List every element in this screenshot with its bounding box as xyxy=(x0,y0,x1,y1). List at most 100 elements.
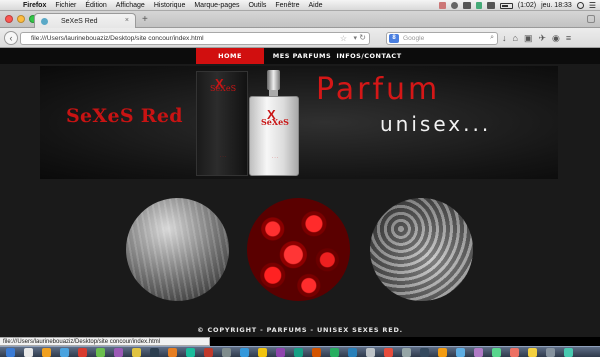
close-tab-icon[interactable]: × xyxy=(125,17,129,24)
dock-app-icon[interactable] xyxy=(276,348,285,357)
mac-dock xyxy=(0,346,600,357)
dock-app-icon[interactable] xyxy=(474,348,483,357)
dock-app-icon[interactable] xyxy=(186,348,195,357)
menu-marque-pages[interactable]: Marque-pages xyxy=(194,2,239,9)
nav-parfums-link[interactable]: MES PARFUMS xyxy=(272,48,332,64)
nav-home-link[interactable]: HOME xyxy=(196,48,264,64)
fullscreen-icon[interactable] xyxy=(587,15,595,23)
dock-app-icon[interactable] xyxy=(240,348,249,357)
tray-time-machine-icon[interactable] xyxy=(462,2,471,9)
bottle-cap xyxy=(267,70,280,90)
dock-app-icon[interactable] xyxy=(132,348,141,357)
url-dropdown-icon[interactable]: ▾ xyxy=(353,34,357,42)
tray-app-icon[interactable] xyxy=(438,2,446,9)
dock-app-icon[interactable] xyxy=(402,348,411,357)
menu-extras: (1:02) jeu. 18:33 ☰ xyxy=(438,0,596,11)
nav-infos-contact-link[interactable]: INFOS/CONTACT xyxy=(336,48,401,64)
dock-app-icon[interactable] xyxy=(510,348,519,357)
menu-fichier[interactable]: Fichier xyxy=(55,2,76,9)
site-footer: © COPYRIGHT - PARFUMS - UNISEX SEXES RED… xyxy=(197,326,403,334)
menu-affichage[interactable]: Affichage xyxy=(116,2,145,9)
bottle-label: SeXeS xyxy=(261,117,289,127)
dock-app-icon[interactable] xyxy=(528,348,537,357)
tab-strip: SeXeS Red × + xyxy=(0,11,600,28)
box-label: SeXeS xyxy=(209,84,237,93)
menu-aide[interactable]: Aide xyxy=(309,2,323,9)
clock[interactable]: jeu. 18:33 xyxy=(541,2,572,9)
search-placeholder: Google xyxy=(403,35,425,42)
brand-name: SeXeS Red xyxy=(66,105,183,127)
perfume-bottle-image: X SeXeS · · · xyxy=(249,96,299,176)
site-navigation: HOME MES PARFUMS INFOS/CONTACT xyxy=(0,48,600,64)
download-icon[interactable]: ↓ xyxy=(502,33,507,44)
dock-app-icon[interactable] xyxy=(564,348,573,357)
search-engine-icon[interactable]: 8 xyxy=(389,34,399,43)
favicon-icon xyxy=(41,17,48,25)
battery-icon[interactable] xyxy=(499,2,513,9)
new-tab-button[interactable]: + xyxy=(142,14,148,25)
wifi-icon[interactable] xyxy=(475,2,482,9)
perfume-box-image: X SeXeS · · · xyxy=(196,71,248,176)
navigation-toolbar: ‹ file:///Users/laurinebouaziz/Desktop/s… xyxy=(0,28,600,48)
web-page: HOME MES PARFUMS INFOS/CONTACT SeXeS Red… xyxy=(0,48,600,337)
dock-app-icon[interactable] xyxy=(348,348,357,357)
dock-app-icon[interactable] xyxy=(294,348,303,357)
notification-center-icon[interactable]: ☰ xyxy=(589,1,596,10)
dock-app-icon[interactable] xyxy=(222,348,231,357)
dock-app-icon[interactable] xyxy=(6,348,15,357)
search-icon[interactable]: ⌕ xyxy=(490,34,494,42)
menu-historique[interactable]: Historique xyxy=(154,2,186,9)
menu-app-firefox[interactable]: Firefox xyxy=(23,2,46,9)
dock-app-icon[interactable] xyxy=(24,348,33,357)
bottle-small-print: · · · xyxy=(271,155,279,160)
dock-app-icon[interactable] xyxy=(60,348,69,357)
menu-edition[interactable]: Édition xyxy=(85,2,106,9)
toolbar-icons: ↓ ⌂ ▣ ✈ ◉ ≡ xyxy=(502,33,571,44)
spotlight-icon[interactable] xyxy=(576,2,584,9)
dock-app-icon[interactable] xyxy=(384,348,393,357)
back-button[interactable]: ‹ xyxy=(4,31,18,45)
mac-menu-bar: Firefox Fichier Édition Affichage Histor… xyxy=(0,0,600,11)
url-text: file:///Users/laurinebouaziz/Desktop/sit… xyxy=(31,35,204,42)
hero-banner: SeXeS Red X SeXeS · · · X SeXeS · · · Pa… xyxy=(40,66,558,179)
reload-icon[interactable]: ↻ xyxy=(359,33,366,42)
tab-sexes-red[interactable]: SeXeS Red × xyxy=(34,13,136,28)
banner-title: Parfum xyxy=(316,72,441,107)
dock-app-icon[interactable] xyxy=(114,348,123,357)
close-window-button[interactable] xyxy=(5,15,13,23)
dock-app-icon[interactable] xyxy=(438,348,447,357)
minimize-window-button[interactable] xyxy=(17,15,25,23)
roses-circle-image[interactable] xyxy=(247,198,350,301)
dock-app-icon[interactable] xyxy=(366,348,375,357)
dock-app-icon[interactable] xyxy=(420,348,429,357)
dock-app-icon[interactable] xyxy=(42,348,51,357)
volume-icon[interactable] xyxy=(486,2,495,9)
leaves-circle-image[interactable] xyxy=(370,198,473,301)
dock-app-icon[interactable] xyxy=(456,348,465,357)
sync-icon[interactable]: ✈ xyxy=(538,33,546,44)
dock-app-icon[interactable] xyxy=(330,348,339,357)
dock-app-icon[interactable] xyxy=(204,348,213,357)
banner-subtitle: unisex... xyxy=(380,112,492,136)
dock-app-icon[interactable] xyxy=(168,348,177,357)
url-bar[interactable]: file:///Users/laurinebouaziz/Desktop/sit… xyxy=(20,32,370,45)
tray-sync-icon[interactable] xyxy=(450,2,458,9)
dock-app-icon[interactable] xyxy=(150,348,159,357)
dock-app-icon[interactable] xyxy=(258,348,267,357)
search-bar[interactable]: 8 Google ⌕ xyxy=(386,32,498,45)
dock-app-icon[interactable] xyxy=(78,348,87,357)
lavender-circle-image[interactable] xyxy=(126,198,229,301)
bookmark-star-icon[interactable]: ☆ xyxy=(340,34,347,43)
tab-title: SeXeS Red xyxy=(61,17,98,25)
dock-app-icon[interactable] xyxy=(312,348,321,357)
bookmarks-icon[interactable]: ▣ xyxy=(524,33,533,44)
battery-time[interactable]: (1:02) xyxy=(518,2,536,9)
addon-icon[interactable]: ◉ xyxy=(552,33,560,44)
menu-icon[interactable]: ≡ xyxy=(566,33,571,44)
home-icon[interactable]: ⌂ xyxy=(513,33,518,44)
menu-fenetre[interactable]: Fenêtre xyxy=(275,2,299,9)
menu-outils[interactable]: Outils xyxy=(248,2,266,9)
dock-app-icon[interactable] xyxy=(546,348,555,357)
dock-app-icon[interactable] xyxy=(96,348,105,357)
dock-app-icon[interactable] xyxy=(492,348,501,357)
